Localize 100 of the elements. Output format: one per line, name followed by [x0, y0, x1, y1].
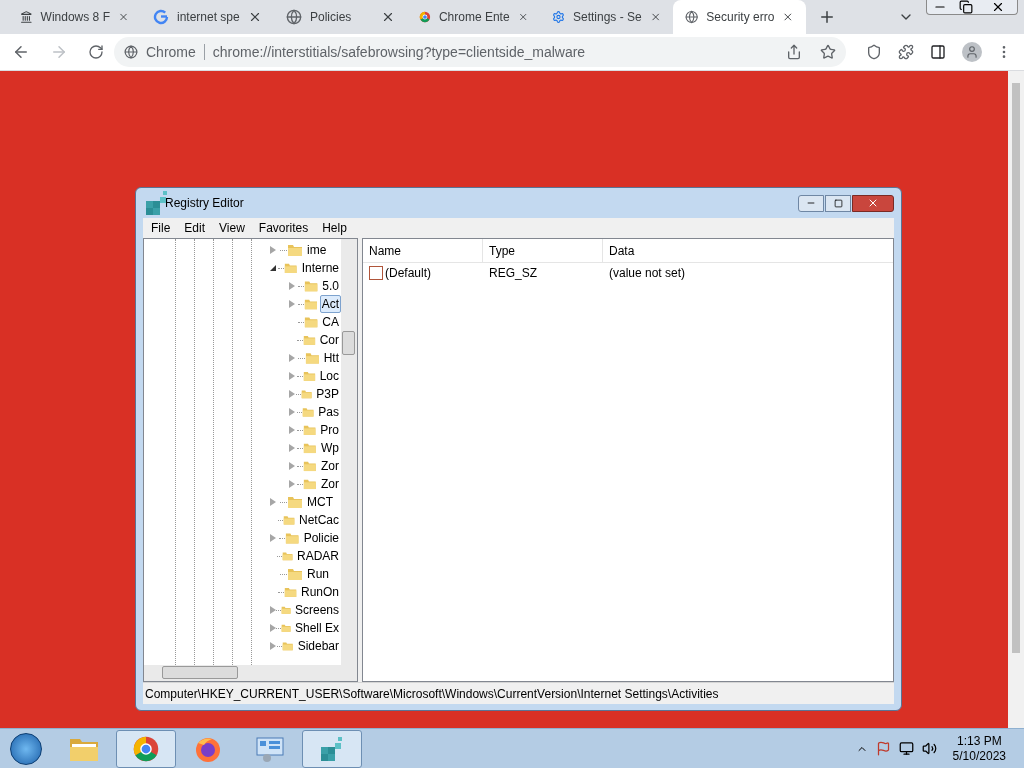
- menu-item[interactable]: Edit: [184, 219, 206, 237]
- reload-icon[interactable]: [88, 44, 104, 60]
- tree-item[interactable]: Cor: [317, 331, 341, 349]
- collapsed-arrow-icon[interactable]: [270, 606, 276, 614]
- browser-tab[interactable]: Chrome Ente: [407, 0, 540, 34]
- shield-icon[interactable]: [866, 44, 882, 60]
- menu-item[interactable]: Favorites: [258, 219, 309, 237]
- tree-item[interactable]: Run: [305, 565, 331, 583]
- folder-icon: [302, 333, 316, 347]
- close-icon[interactable]: [248, 10, 262, 24]
- browser-tab[interactable]: Policies: [274, 0, 407, 34]
- tree-item[interactable]: CA: [320, 313, 341, 331]
- tree-item[interactable]: NetCac: [297, 511, 341, 529]
- chrome-icon: [132, 734, 160, 763]
- tree-item[interactable]: Screens: [293, 601, 341, 619]
- tree-item[interactable]: Pro: [318, 421, 341, 439]
- address-bar[interactable]: Chrome chrome://interstitials/safebrowsing?type=clientside_malware: [114, 37, 846, 67]
- folder-icon: [283, 585, 297, 599]
- collapsed-arrow-icon[interactable]: [270, 498, 276, 506]
- tree-item[interactable]: Interne: [299, 259, 341, 277]
- tree-item[interactable]: Zor: [319, 457, 341, 475]
- tree-item[interactable]: Htt: [321, 349, 341, 367]
- browser-tab[interactable]: Windows 8 F: [8, 0, 141, 34]
- forward-icon[interactable]: [50, 43, 68, 61]
- folder-icon: [303, 441, 317, 455]
- tree-item[interactable]: RunOn: [298, 583, 341, 601]
- column-header[interactable]: Name: [363, 239, 483, 262]
- chrome-icon: [419, 9, 431, 25]
- tree-item[interactable]: Shell Ex: [293, 619, 341, 637]
- extensions-icon[interactable]: [898, 44, 914, 60]
- flag-icon[interactable]: [875, 741, 891, 756]
- tree-item[interactable]: Act: [319, 295, 341, 313]
- collapsed-arrow-icon[interactable]: [289, 372, 295, 380]
- minimize-button[interactable]: [798, 194, 824, 212]
- back-icon[interactable]: [12, 43, 30, 61]
- column-header[interactable]: Type: [483, 239, 603, 262]
- collapsed-arrow-icon[interactable]: [289, 408, 295, 416]
- taskbar-button[interactable]: [116, 729, 176, 768]
- horizontal-scrollbar[interactable]: [144, 665, 357, 681]
- value-name[interactable]: (Default): [385, 264, 431, 282]
- expanded-arrow-icon[interactable]: [270, 265, 276, 271]
- tree-item[interactable]: RADAR: [295, 547, 341, 565]
- collapsed-arrow-icon[interactable]: [289, 282, 295, 290]
- folder-icon: [302, 369, 316, 383]
- start-button[interactable]: [10, 732, 42, 765]
- folder-icon: [287, 495, 303, 509]
- tree-item[interactable]: Pas: [316, 403, 341, 421]
- settings-icon: [552, 9, 565, 25]
- collapsed-arrow-icon[interactable]: [270, 624, 276, 632]
- tree-item[interactable]: Wp: [319, 439, 341, 457]
- folder-icon: [303, 297, 318, 311]
- tree-item[interactable]: MCT: [305, 493, 335, 511]
- close-icon[interactable]: [381, 10, 395, 24]
- menu-item[interactable]: Help: [322, 219, 347, 237]
- collapsed-arrow-icon[interactable]: [270, 246, 276, 254]
- browser-tab[interactable]: Settings - Se: [540, 0, 673, 34]
- collapsed-arrow-icon[interactable]: [270, 642, 276, 650]
- close-icon[interactable]: [991, 0, 1005, 14]
- control-panel-icon: [255, 734, 285, 763]
- tree-item[interactable]: ime: [305, 241, 329, 259]
- close-icon: [867, 197, 879, 209]
- site-label: Chrome: [146, 42, 196, 62]
- star-icon[interactable]: [820, 44, 836, 60]
- column-header[interactable]: Data: [603, 239, 893, 262]
- collapsed-arrow-icon[interactable]: [289, 480, 295, 488]
- vertical-scrollbar[interactable]: [341, 239, 357, 665]
- speaker-icon[interactable]: [921, 741, 937, 756]
- collapsed-arrow-icon[interactable]: [270, 534, 276, 542]
- network-icon[interactable]: [898, 741, 914, 756]
- tree-item[interactable]: Loc: [317, 367, 341, 385]
- collapsed-arrow-icon[interactable]: [289, 426, 295, 434]
- tree-item[interactable]: Policie: [301, 529, 341, 547]
- tab-title: Chrome Ente: [438, 9, 510, 26]
- browser-tab[interactable]: Security erro: [673, 0, 806, 34]
- browser-tab[interactable]: internet spe: [141, 0, 274, 34]
- clock-date[interactable]: 5/10/2023: [952, 748, 1006, 764]
- menu-item[interactable]: View: [219, 219, 245, 237]
- share-icon[interactable]: [786, 44, 802, 60]
- restore-icon[interactable]: [959, 0, 973, 14]
- maximize-button[interactable]: [825, 194, 851, 212]
- collapsed-arrow-icon[interactable]: [289, 462, 295, 470]
- tab-title: Policies: [310, 9, 352, 26]
- collapsed-arrow-icon[interactable]: [289, 300, 295, 308]
- new-tab-icon[interactable]: [818, 8, 836, 26]
- columns-icon: [20, 9, 33, 25]
- profile-icon[interactable]: [962, 42, 982, 62]
- tree-item[interactable]: Zor: [319, 475, 341, 493]
- tree-item[interactable]: 5.0: [320, 277, 341, 295]
- menu-item[interactable]: File: [151, 219, 171, 237]
- side-panel-icon[interactable]: [930, 44, 946, 60]
- close-button[interactable]: [852, 194, 894, 212]
- taskbar-button[interactable]: [302, 729, 362, 768]
- tree-item[interactable]: Sidebar: [295, 637, 341, 655]
- collapsed-arrow-icon[interactable]: [289, 444, 295, 452]
- collapsed-arrow-icon[interactable]: [289, 354, 295, 362]
- collapsed-arrow-icon[interactable]: [289, 390, 295, 398]
- tree-item[interactable]: P3P: [314, 385, 341, 403]
- clock-time[interactable]: 1:13 PM: [956, 733, 1002, 749]
- scrollbar[interactable]: [1008, 71, 1024, 728]
- folder-icon: [287, 243, 303, 257]
